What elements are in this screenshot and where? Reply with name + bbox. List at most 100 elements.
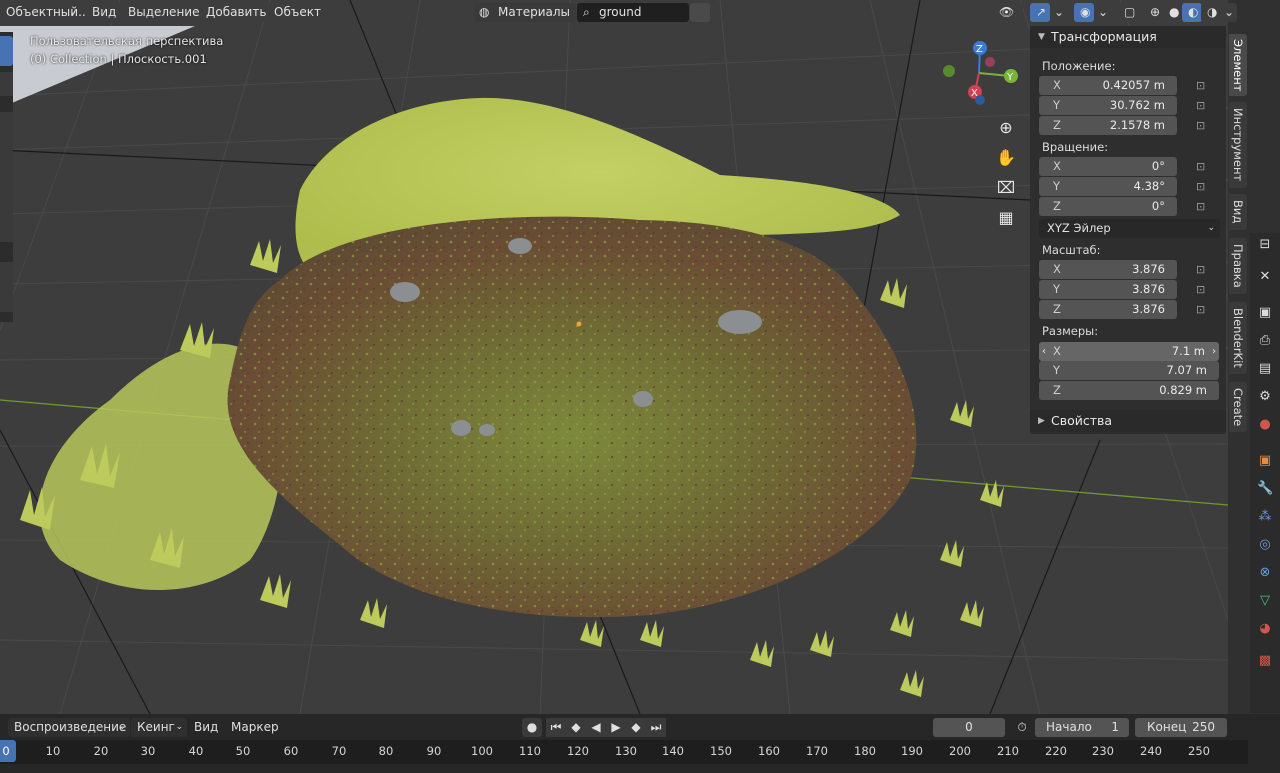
- material-shading-icon[interactable]: ◐: [1182, 3, 1202, 22]
- output-properties-icon[interactable]: ⎙: [1257, 333, 1273, 349]
- view-layer-icon[interactable]: ▤: [1257, 361, 1273, 377]
- current-frame-field[interactable]: 0: [933, 718, 1005, 737]
- ruler-tick: 120: [567, 744, 589, 758]
- move-tool-button[interactable]: [0, 112, 13, 242]
- measure-tool-button[interactable]: [0, 262, 13, 312]
- dimensions-z-field[interactable]: Z 0.829 m: [1039, 381, 1219, 400]
- pan-hand-icon[interactable]: ✋: [994, 146, 1018, 170]
- viewport-visibility-icon[interactable]: 👁: [993, 3, 1023, 22]
- lock-icon[interactable]: ⊡: [1196, 201, 1210, 213]
- render-properties-icon[interactable]: ▣: [1257, 305, 1273, 321]
- playback-menu[interactable]: Воспроизведение ⌄: [8, 718, 130, 737]
- scale-x-field[interactable]: X 3.876: [1039, 260, 1177, 279]
- properties-panel-header[interactable]: ▶ Свойства: [1030, 410, 1226, 432]
- dimensions-y-field[interactable]: Y 7.07 m: [1039, 361, 1219, 380]
- next-keyframe-icon[interactable]: ◆: [626, 718, 646, 737]
- rotation-y-field[interactable]: Y 4.38°: [1039, 177, 1177, 196]
- location-z-field[interactable]: Z 2.1578 m: [1039, 116, 1177, 135]
- ruler-tick: 30: [140, 744, 156, 758]
- scale-y-field[interactable]: Y 3.876: [1039, 280, 1177, 299]
- lock-icon[interactable]: ⊡: [1196, 120, 1210, 132]
- ruler-tick: 130: [615, 744, 637, 758]
- tab-view[interactable]: Вид: [1229, 194, 1247, 230]
- timeline-marker-menu[interactable]: Маркер: [231, 718, 279, 737]
- lock-icon[interactable]: ⊡: [1196, 100, 1210, 112]
- data-properties-icon[interactable]: ▽: [1257, 593, 1273, 609]
- select-tool-button[interactable]: [0, 36, 13, 66]
- camera-icon[interactable]: ⌧: [994, 176, 1018, 200]
- particle-properties-icon[interactable]: ⁂: [1257, 509, 1273, 525]
- keying-menu[interactable]: Кеинг ⌄: [131, 718, 187, 737]
- tab-item[interactable]: Элемент: [1229, 34, 1247, 96]
- jump-start-icon[interactable]: ⏮: [546, 718, 566, 737]
- overlay-dropdown-icon[interactable]: ⌄: [1095, 3, 1111, 22]
- record-button[interactable]: ●: [522, 718, 542, 737]
- scale-z-field[interactable]: Z 3.876: [1039, 300, 1177, 319]
- ruler-tick: 110: [519, 744, 541, 758]
- chevron-right-icon: ›: [1212, 346, 1216, 357]
- sidebar-n-panel: ▼ Трансформация Положение: X 0.42057 m Y3…: [1030, 26, 1226, 434]
- tab-create[interactable]: Create: [1229, 382, 1247, 432]
- scene-properties-icon[interactable]: ⚙: [1257, 389, 1273, 405]
- overlay-toggle-icon[interactable]: ◉: [1074, 3, 1094, 22]
- lock-icon[interactable]: ⊡: [1196, 264, 1210, 276]
- tab-blenderkit[interactable]: BlenderKit: [1229, 302, 1247, 374]
- solid-shading-icon[interactable]: ●: [1163, 3, 1183, 22]
- menu-select[interactable]: Выделение: [122, 3, 206, 22]
- timeline-view-menu[interactable]: Вид: [194, 718, 218, 737]
- dimensions-x-field[interactable]: ‹ X 7.1 m ›: [1039, 342, 1219, 361]
- wireframe-shading-icon[interactable]: ⊕: [1144, 3, 1164, 22]
- zoom-icon[interactable]: ⊕: [994, 116, 1018, 140]
- location-y-field[interactable]: Y 30.762 m: [1039, 96, 1177, 115]
- ruler-tick: 210: [997, 744, 1019, 758]
- ruler-tick: 140: [662, 744, 684, 758]
- material-search-field[interactable]: ⌕ ground: [577, 3, 689, 22]
- properties-title: Свойства: [1051, 413, 1113, 428]
- tool-settings-icon[interactable]: ✕: [1257, 269, 1273, 285]
- transform-panel-header[interactable]: ▼ Трансформация: [1030, 26, 1226, 48]
- jump-end-icon[interactable]: ⏭: [646, 718, 666, 737]
- texture-properties-icon[interactable]: ▩: [1257, 653, 1273, 669]
- dimensions-label: Размеры:: [1042, 324, 1099, 338]
- frame-start-field[interactable]: Начало 1: [1035, 718, 1129, 737]
- prev-keyframe-icon[interactable]: ◆: [566, 718, 586, 737]
- end-label: Конец: [1147, 720, 1187, 734]
- lock-icon[interactable]: ⊡: [1196, 284, 1210, 296]
- search-dropdown-button[interactable]: [690, 3, 710, 22]
- modifier-properties-icon[interactable]: 🔧: [1257, 481, 1273, 497]
- tab-tool[interactable]: Инструмент: [1229, 102, 1247, 188]
- lock-icon[interactable]: ⊡: [1196, 304, 1210, 316]
- material-properties-icon[interactable]: ◕: [1257, 621, 1273, 637]
- constraint-properties-icon[interactable]: ⊗: [1257, 565, 1273, 581]
- object-properties-icon[interactable]: ▣: [1257, 453, 1273, 469]
- ruler-tick: 10: [45, 744, 61, 758]
- lock-icon[interactable]: ⊡: [1196, 80, 1210, 92]
- physics-properties-icon[interactable]: ◎: [1257, 537, 1273, 553]
- cursor-tool-button[interactable]: [0, 72, 13, 96]
- grid-toggle-icon[interactable]: ▦: [994, 206, 1018, 230]
- play-reverse-icon[interactable]: ◀: [586, 718, 606, 737]
- lock-icon[interactable]: ⊡: [1196, 181, 1210, 193]
- frame-end-field[interactable]: Конец 250: [1135, 718, 1227, 737]
- lock-icon[interactable]: ⊡: [1196, 161, 1210, 173]
- shading-dropdown-icon[interactable]: ⌄: [1221, 3, 1237, 22]
- gizmo-y-label: Y: [1006, 72, 1014, 83]
- rotation-x-field[interactable]: X 0°: [1039, 157, 1177, 176]
- menu-object[interactable]: Объект: [268, 3, 327, 22]
- material-scope-selector[interactable]: ◍ Материалы: [474, 3, 576, 22]
- menu-add[interactable]: Добавить: [200, 3, 273, 22]
- toggle-icon[interactable]: ⊟: [1257, 237, 1273, 253]
- rotation-z-field[interactable]: Z 0°: [1039, 197, 1177, 216]
- stopwatch-icon[interactable]: ⏱: [1013, 718, 1031, 737]
- world-properties-icon[interactable]: ●: [1257, 417, 1273, 433]
- rendered-shading-icon[interactable]: ◑: [1201, 3, 1221, 22]
- gizmo-dropdown-icon[interactable]: ⌄: [1051, 3, 1067, 22]
- mode-selector[interactable]: Объектный... ⌄: [0, 3, 90, 22]
- tab-edit[interactable]: Правка: [1229, 238, 1247, 294]
- gizmo-toggle-icon[interactable]: ↗: [1030, 3, 1050, 22]
- play-icon[interactable]: ▶: [606, 718, 626, 737]
- rotation-mode-dropdown[interactable]: XYZ Эйлер ⌄: [1039, 219, 1220, 238]
- location-x-field[interactable]: X 0.42057 m: [1039, 76, 1177, 95]
- xray-toggle-icon[interactable]: ▢: [1118, 3, 1138, 22]
- menu-view[interactable]: Вид: [86, 3, 123, 22]
